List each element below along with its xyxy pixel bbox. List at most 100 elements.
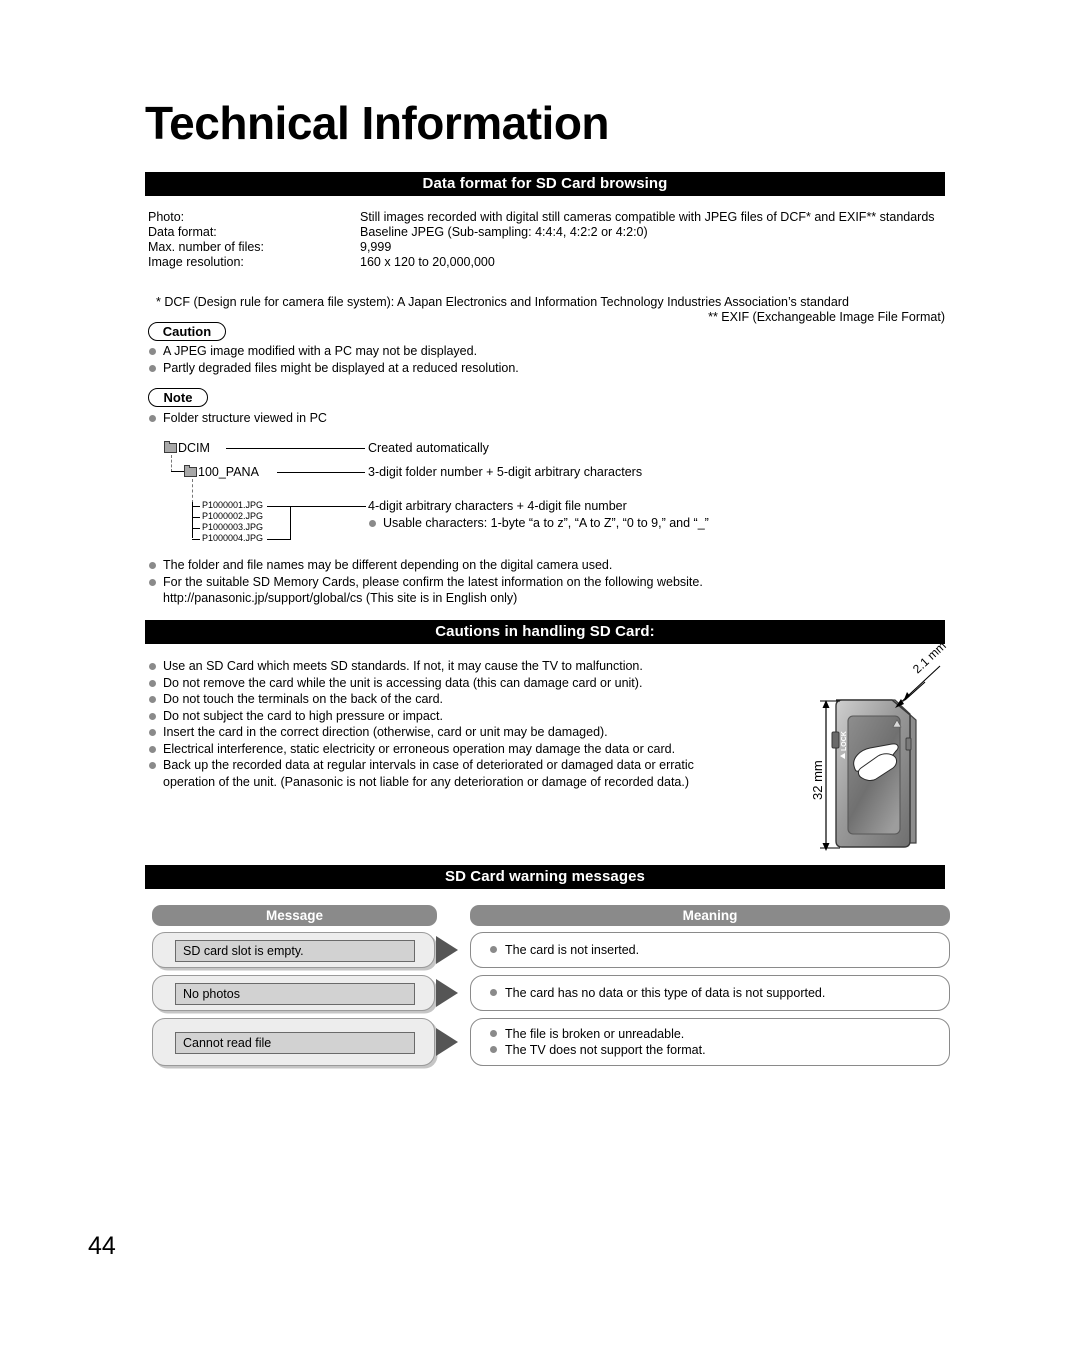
list-item: The card has no data or this type of dat… [489, 985, 949, 1001]
section1-closing-list: The folder and file names may be differe… [148, 557, 938, 607]
tree-connector-elbow [171, 471, 184, 472]
message-value: SD card slot is empty. [175, 940, 415, 962]
list-item: Use an SD Card which meets SD standards.… [148, 658, 828, 675]
row-arrow-icon [436, 936, 458, 964]
list-item: Do not remove the card while the unit is… [148, 675, 828, 692]
list-item-text: Insert the card in the correct direction… [163, 725, 608, 739]
message-value: No photos [175, 983, 415, 1005]
spec-value: Still images recorded with digital still… [360, 210, 935, 224]
tree-file-tick [192, 539, 200, 540]
tree-node-100-pana: 100_PANA [184, 465, 259, 479]
spec-table: Photo: Still images recorded with digita… [148, 210, 948, 270]
tree-node-label: 100_PANA [198, 465, 259, 479]
footnote-exif: ** EXIF (Exchangeable Image File Format) [708, 310, 945, 324]
list-item-text: Partly degraded files might be displayed… [163, 360, 519, 375]
dim-arrow-down [822, 843, 830, 851]
list-item: For the suitable SD Memory Cards, please… [148, 574, 938, 607]
card-lock-label: LOCK [841, 731, 848, 751]
folder-icon [184, 465, 197, 477]
column-header-meaning: Meaning [470, 905, 950, 926]
list-item: Do not touch the terminals on the back o… [148, 691, 828, 708]
row-arrow-icon [436, 1028, 458, 1056]
tree-file-tick [192, 528, 200, 529]
handling-cautions-list: Use an SD Card which meets SD standards.… [148, 658, 828, 790]
list-item: Back up the recorded data at regular int… [148, 757, 828, 790]
list-item: The folder and file names may be differe… [148, 557, 938, 574]
table-row: Cannot read file [152, 1018, 435, 1066]
spec-label: Max. number of files: [148, 240, 265, 254]
card-side-notch [905, 737, 912, 751]
folder-icon [164, 441, 177, 453]
tree-connector-vertical [192, 479, 193, 503]
tree-desc-100-pana: 3-digit folder number + 5-digit arbitrar… [368, 465, 643, 479]
tree-desc-dcim: Created automatically [368, 441, 489, 455]
table-row: Data format: Baseline JPEG (Sub-sampling… [148, 225, 948, 240]
table-row: SD card slot is empty. [152, 932, 435, 968]
leader-line-files [290, 506, 366, 507]
tree-file-tick [192, 506, 200, 507]
table-row: Image resolution: 160 x 120 to 20,000,00… [148, 255, 948, 270]
caution-list: A JPEG image modified with a PC may not … [148, 343, 928, 376]
spec-label: Photo: [148, 210, 185, 224]
tree-usable-chars-list: Usable characters: 1-byte “a to z”, “A t… [368, 515, 928, 532]
spec-value: 160 x 120 to 20,000,000 [360, 255, 495, 269]
document-page: Technical Information Data format for SD… [0, 0, 1080, 1353]
table-row: Max. number of files: 9,999 [148, 240, 948, 255]
section-header-warning-messages: SD Card warning messages [145, 865, 945, 889]
list-item: Do not subject the card to high pressure… [148, 708, 828, 725]
list-item: Folder structure viewed in PC [148, 410, 928, 427]
meaning-cell: The file is broken or unreadable. The TV… [470, 1018, 950, 1066]
sd-card-illustration: LOCK [820, 665, 941, 864]
sd-card-figure: LOCK 32 mm 24 mm 2.1 m [800, 639, 980, 877]
page-title: Technical Information [145, 97, 610, 149]
spec-value: Baseline JPEG (Sub-sampling: 4:4:4, 4:2:… [360, 225, 648, 239]
list-item-text: A JPEG image modified with a PC may not … [163, 344, 478, 358]
website-url: http://panasonic.jp/support/global/cs (T… [163, 591, 518, 605]
spec-label: Image resolution: [148, 255, 244, 269]
tree-file-name: P1000003.JPG [202, 522, 264, 532]
spec-value: 9,999 [360, 240, 392, 254]
tree-desc-files: 4-digit arbitrary characters + 4-digit f… [368, 499, 627, 513]
row-arrow-icon [436, 979, 458, 1007]
tree-file-bracket-top [267, 506, 291, 507]
list-item-text: The folder and file names may be differe… [163, 558, 613, 572]
tree-file-tick [192, 517, 200, 518]
tree-file-name: P1000004.JPG [202, 533, 264, 543]
list-item-text: Do not subject the card to high pressure… [163, 708, 444, 723]
list-item: A JPEG image modified with a PC may not … [148, 343, 928, 360]
list-item-text-continued: operation of the unit. (Panasonic is not… [163, 774, 690, 789]
footnote-dcf: * DCF (Design rule for camera file syste… [156, 295, 849, 309]
page-number: 44 [88, 1232, 116, 1260]
tree-file-name: P1000001.JPG [202, 500, 264, 510]
meaning-cell: The card has no data or this type of dat… [470, 975, 950, 1011]
spec-label: Data format: [148, 225, 217, 239]
tree-file-name: P1000002.JPG [202, 511, 264, 521]
list-item: Insert the card in the correct direction… [148, 724, 828, 741]
list-item-text: The file is broken or unreadable. [505, 1027, 685, 1041]
list-item: The TV does not support the format. [489, 1042, 949, 1058]
list-item: The card is not inserted. [489, 942, 949, 958]
list-item: Usable characters: 1-byte “a to z”, “A t… [368, 515, 928, 532]
list-item-text: For the suitable SD Memory Cards, please… [163, 574, 703, 589]
table-row: Photo: Still images recorded with digita… [148, 210, 948, 225]
card-lock-switch [831, 731, 840, 749]
list-item: Electrical interference, static electric… [148, 741, 828, 758]
leader-line-dcim [226, 448, 365, 449]
tree-file-bracket-spine [290, 506, 291, 539]
list-item-text: Use an SD Card which meets SD standards.… [163, 659, 643, 673]
column-header-message: Message [152, 905, 437, 926]
note-badge: Note [148, 388, 208, 407]
table-row: No photos [152, 975, 435, 1011]
list-item-text: The card has no data or this type of dat… [505, 986, 826, 1000]
section-header-cautions-handling: Cautions in handling SD Card: [145, 620, 945, 644]
section-header-data-format: Data format for SD Card browsing [145, 172, 945, 196]
folder-structure-diagram: DCIM Created automatically 100_PANA 3-di… [148, 436, 948, 556]
tree-node-dcim: DCIM [164, 441, 210, 455]
list-item-text: Folder structure viewed in PC [163, 411, 327, 425]
tree-connector-vertical [171, 455, 172, 472]
leader-line-100-pana [277, 472, 365, 473]
list-item-text: Back up the recorded data at regular int… [163, 758, 694, 772]
meaning-cell: The card is not inserted. [470, 932, 950, 968]
list-item-text: Do not remove the card while the unit is… [163, 675, 643, 690]
list-item-text: Electrical interference, static electric… [163, 741, 676, 756]
